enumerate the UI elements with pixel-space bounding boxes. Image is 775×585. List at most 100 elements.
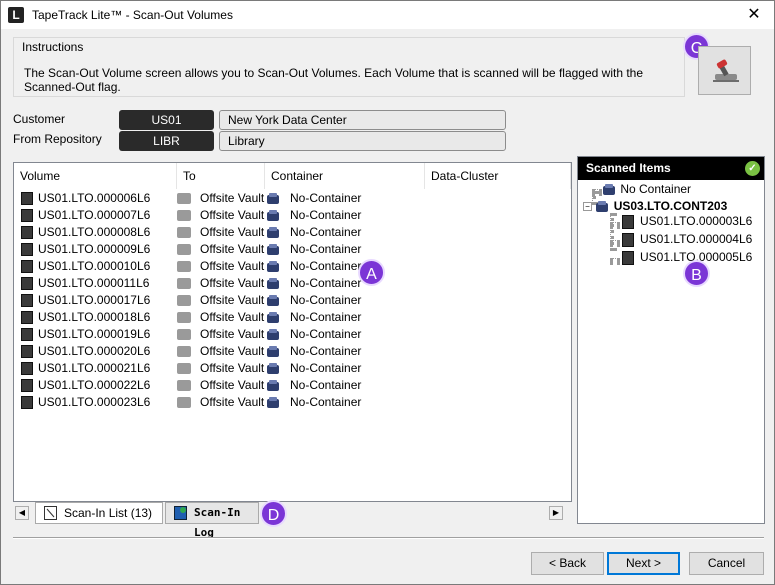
destination-cell: Offsite Vault xyxy=(200,242,265,256)
table-row[interactable]: US01.LTO.000010L6 Offsite Vault No-Contain… xyxy=(14,258,571,275)
table-row[interactable]: US01.LTO.000018L6 Offsite Vault No-Contain… xyxy=(14,309,571,326)
table-row[interactable]: US01.LTO.000017L6 Offsite Vault No-Contain… xyxy=(14,292,571,309)
destination-cell: Offsite Vault xyxy=(200,276,265,290)
destination-cell: Offsite Vault xyxy=(200,378,265,392)
barcode-scanner-icon xyxy=(712,59,739,82)
container-box-icon xyxy=(267,363,279,374)
tree-node-volume[interactable]: US01.LTO.000003L6 xyxy=(622,214,752,229)
table-row[interactable]: US01.LTO.000011L6 Offsite Vault No-Contain… xyxy=(14,275,571,292)
tape-cartridge-icon xyxy=(21,294,33,307)
column-header-container[interactable]: Container xyxy=(265,163,425,189)
column-header-volume[interactable]: Volume xyxy=(14,163,177,189)
scroll-left-button[interactable]: ◀ xyxy=(15,506,29,520)
volume-cell: US01.LTO.000023L6 xyxy=(38,395,151,409)
vault-truck-icon xyxy=(177,227,191,238)
container-box-icon xyxy=(596,201,609,213)
tree-node-volume-label: US01.LTO.000003L6 xyxy=(640,214,753,228)
tape-cartridge-icon xyxy=(21,226,33,239)
column-header-to[interactable]: To xyxy=(177,163,265,189)
tab-scan-in-list[interactable]: Scan-In List (13) xyxy=(35,502,163,524)
table-row[interactable]: US01.LTO.000007L6 Offsite Vault No-Contain… xyxy=(14,207,571,224)
tape-cartridge-icon xyxy=(21,192,33,205)
volume-cell: US01.LTO.000011L6 xyxy=(38,276,150,290)
tape-cartridge-icon xyxy=(21,345,33,358)
customer-label: Customer xyxy=(13,112,66,126)
title-bar: L TapeTrack Lite™ - Scan-Out Volumes ✕ xyxy=(1,1,774,29)
destination-cell: Offsite Vault xyxy=(200,344,265,358)
callout-badge-a: A xyxy=(358,259,385,286)
app-logo-icon: L xyxy=(8,7,24,23)
tab-strip: ◀ Scan-In List (13) Scan-In Log ▶ xyxy=(13,502,572,539)
customer-code[interactable]: US01 xyxy=(119,110,214,130)
tape-cartridge-icon xyxy=(21,396,33,409)
container-cell: No-Container xyxy=(290,378,362,392)
container-box-icon xyxy=(267,244,279,255)
tape-cartridge-icon xyxy=(21,260,33,273)
tab-scan-in-log[interactable]: Scan-In Log xyxy=(165,502,259,539)
table-row[interactable]: US01.LTO.000021L6 Offsite Vault No-Contain… xyxy=(14,360,571,377)
volume-cell: US01.LTO.000018L6 xyxy=(38,310,151,324)
volume-cell: US01.LTO.000006L6 xyxy=(38,191,151,205)
scanned-items-header: Scanned Items ✓ xyxy=(578,157,764,180)
container-box-icon xyxy=(267,227,279,238)
container-cell: No-Container xyxy=(290,395,362,409)
table-row[interactable]: US01.LTO.000006L6 Offsite Vault No-Contain… xyxy=(14,190,571,207)
table-row[interactable]: US01.LTO.000009L6 Offsite Vault No-Contain… xyxy=(14,241,571,258)
container-cell: No-Container xyxy=(290,242,362,256)
column-header-data-cluster[interactable]: Data-Cluster xyxy=(425,163,571,189)
table-row[interactable]: US01.LTO.000008L6 Offsite Vault No-Contain… xyxy=(14,224,571,241)
container-cell: No-Container xyxy=(290,191,362,205)
repository-code[interactable]: LIBR xyxy=(119,131,214,151)
table-row[interactable]: US01.LTO.000019L6 Offsite Vault No-Contain… xyxy=(14,326,571,343)
tab-scan-in-list-label: Scan-In List (13) xyxy=(64,506,153,520)
tape-cartridge-icon xyxy=(21,209,33,222)
container-cell: No-Container xyxy=(290,310,362,324)
volume-cell: US01.LTO.000008L6 xyxy=(38,225,151,239)
footer-separator xyxy=(13,537,764,539)
next-button[interactable]: Next > xyxy=(607,552,680,575)
back-button[interactable]: < Back xyxy=(531,552,604,575)
volume-cell: US01.LTO.000021L6 xyxy=(38,361,151,375)
tree-node-container-label: US03.LTO.CONT203 xyxy=(613,199,728,213)
scanned-items-panel: Scanned Items ✓ No Container − US03.LTO.… xyxy=(577,156,765,524)
close-button[interactable]: ✕ xyxy=(744,5,764,25)
table-row[interactable]: US01.LTO.000020L6 Offsite Vault No-Contain… xyxy=(14,343,571,360)
tape-cartridge-icon xyxy=(21,243,33,256)
tree-node-no-container[interactable]: No Container xyxy=(602,182,691,196)
scanned-items-title: Scanned Items xyxy=(586,161,671,175)
destination-cell: Offsite Vault xyxy=(200,395,265,409)
container-cell: No-Container xyxy=(290,276,362,290)
container-cell: No-Container xyxy=(290,361,362,375)
volume-cell: US01.LTO.000010L6 xyxy=(38,259,151,273)
volume-list[interactable]: Volume To Container Data-Cluster US01.LT… xyxy=(13,162,572,502)
container-cell: No-Container xyxy=(290,293,362,307)
callout-badge-b: B xyxy=(683,260,710,287)
repository-label: From Repository xyxy=(13,132,102,146)
container-box-icon xyxy=(267,329,279,340)
vault-truck-icon xyxy=(177,329,191,340)
destination-cell: Offsite Vault xyxy=(200,208,265,222)
volume-cell: US01.LTO.000017L6 xyxy=(38,293,151,307)
instructions-group: Instructions The Scan-Out Volume screen … xyxy=(13,37,685,97)
tree-node-volume[interactable]: US01.LTO.000004L6 xyxy=(622,232,752,247)
container-cell: No-Container xyxy=(290,344,362,358)
tape-cartridge-icon xyxy=(622,250,634,265)
instructions-text: The Scan-Out Volume screen allows you to… xyxy=(24,66,644,94)
container-box-icon xyxy=(267,397,279,408)
tree-node-container[interactable]: − US03.LTO.CONT203 xyxy=(583,199,727,213)
destination-cell: Offsite Vault xyxy=(200,361,265,375)
tree-collapse-toggle[interactable]: − xyxy=(583,202,592,212)
tree-node-no-container-label: No Container xyxy=(620,182,692,196)
destination-cell: Offsite Vault xyxy=(200,293,265,307)
scroll-right-button[interactable]: ▶ xyxy=(549,506,563,520)
cancel-button[interactable]: Cancel xyxy=(689,552,764,575)
vault-truck-icon xyxy=(177,363,191,374)
vault-truck-icon xyxy=(177,380,191,391)
volume-cell: US01.LTO.000007L6 xyxy=(38,208,151,222)
table-row[interactable]: US01.LTO.000023L6 Offsite Vault No-Contain… xyxy=(14,394,571,411)
table-row[interactable]: US01.LTO.000022L6 Offsite Vault No-Contain… xyxy=(14,377,571,394)
scanner-button[interactable] xyxy=(698,46,751,95)
tape-cartridge-icon xyxy=(21,311,33,324)
destination-cell: Offsite Vault xyxy=(200,191,265,205)
container-box-icon xyxy=(603,184,615,196)
